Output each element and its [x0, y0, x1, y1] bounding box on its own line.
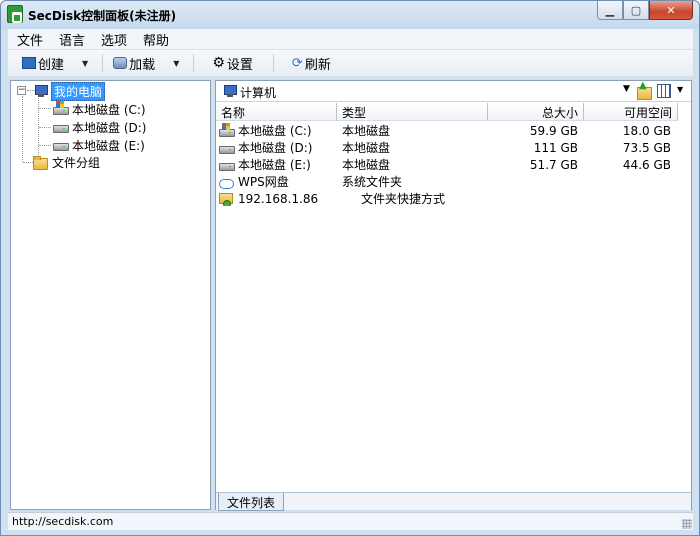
item-name: 本地磁盘 (D:) [238, 141, 313, 155]
status-url: http://secdisk.com [12, 515, 114, 528]
menu-options[interactable]: 选项 [92, 30, 134, 49]
drive-icon [52, 121, 69, 133]
toolbar-separator [102, 54, 104, 72]
gear-icon: ⚙ [212, 55, 225, 71]
item-type: 文件夹快捷方式 [361, 192, 446, 206]
title-bar[interactable]: SecDisk控制面板(未注册) ▁ ▢ ✕ [1, 1, 699, 29]
windows-drive-icon [52, 101, 69, 115]
tree-item-file-group[interactable]: 文件分组 [32, 153, 100, 171]
list-header: 名称 类型 总大小 可用空间 [216, 103, 691, 121]
load-label: 加载 [129, 57, 156, 73]
toolbar-separator [193, 54, 195, 72]
column-header-type[interactable]: 类型 [337, 103, 488, 121]
window-title: SecDisk控制面板(未注册) [28, 9, 177, 23]
drive-icon [52, 139, 69, 151]
minimize-button[interactable]: ▁ [597, 1, 623, 20]
bottom-tab-bar: 文件列表 [216, 492, 691, 511]
computer-icon [32, 84, 48, 98]
item-name: 本地磁盘 (E:) [238, 158, 311, 172]
lock-app-icon [7, 5, 23, 23]
view-mode-icon[interactable] [657, 84, 671, 98]
tree-item-my-computer[interactable]: 我的电脑 [32, 81, 106, 101]
create-icon [22, 57, 36, 69]
app-window: SecDisk控制面板(未注册) ▁ ▢ ✕ 文件 语言 选项 帮助 创建 ▼ … [0, 0, 700, 536]
collapse-toggle[interactable]: − [17, 86, 26, 95]
folder-tree: − 我的电脑 本地磁盘 (C:) 本地磁盘 (D:) 本地磁盘 (E:) 文件分… [11, 81, 210, 509]
settings-button[interactable]: ⚙ 设置 [208, 52, 257, 74]
tree-item-drive-c[interactable]: 本地磁盘 (C:) [52, 100, 146, 118]
view-dropdown-icon[interactable]: ▼ [677, 85, 683, 94]
tree-item-label: 本地磁盘 (E:) [72, 138, 145, 153]
computer-icon [221, 84, 237, 98]
item-free: 44.6 GB [622, 157, 671, 172]
windows-drive-icon [218, 122, 235, 137]
window-controls: ▁ ▢ ✕ [597, 1, 693, 21]
item-free: 73.5 GB [622, 140, 671, 155]
drive-icon [218, 142, 235, 154]
maximize-button[interactable]: ▢ [623, 1, 649, 20]
column-header-free[interactable]: 可用空间 [584, 103, 678, 121]
folder-icon [32, 155, 48, 170]
drive-icon [218, 159, 235, 171]
create-dropdown-icon[interactable]: ▼ [82, 59, 88, 68]
column-header-name[interactable]: 名称 [216, 103, 337, 121]
tree-item-label: 本地磁盘 (D:) [72, 120, 147, 135]
file-list: 本地磁盘 (C:) 本地磁盘 59.9 GB 18.0 GB 本地磁盘 (D:)… [216, 122, 691, 207]
tree-line [38, 96, 39, 161]
tree-line [39, 145, 51, 146]
list-item[interactable]: 本地磁盘 (E:) 本地磁盘 51.7 GB 44.6 GB [216, 156, 691, 173]
menu-bar: 文件 语言 选项 帮助 [8, 29, 693, 49]
cloud-icon [218, 176, 234, 189]
settings-label: 设置 [226, 57, 253, 73]
item-type: 系统文件夹 [342, 175, 403, 189]
tree-pane: − 我的电脑 本地磁盘 (C:) 本地磁盘 (D:) 本地磁盘 (E:) 文件分… [10, 80, 211, 510]
up-folder-icon[interactable] [636, 80, 652, 100]
address-dropdown-icon[interactable]: ▼ [623, 84, 630, 94]
tree-item-label: 文件分组 [52, 155, 101, 170]
list-item[interactable]: 本地磁盘 (C:) 本地磁盘 59.9 GB 18.0 GB [216, 122, 691, 139]
create-button[interactable]: 创建 [18, 52, 68, 74]
tree-line [39, 108, 51, 109]
tree-item-label: 我的电脑 [51, 81, 106, 101]
network-folder-icon [218, 192, 234, 206]
refresh-icon: ⟳ [291, 55, 303, 71]
list-item[interactable]: WPS网盘 系统文件夹 [216, 173, 691, 190]
tree-line [39, 127, 51, 128]
load-dropdown-icon[interactable]: ▼ [173, 59, 179, 68]
item-name: WPS网盘 [238, 175, 289, 189]
load-button[interactable]: 加载 [109, 52, 159, 74]
toolbar: 创建 ▼ 加载 ▼ ⚙ 设置 ⟳ 刷新 [8, 50, 693, 77]
tree-item-drive-d[interactable]: 本地磁盘 (D:) [52, 118, 146, 136]
item-type: 本地磁盘 [342, 124, 391, 138]
menu-language[interactable]: 语言 [50, 30, 92, 49]
item-total: 111 GB [533, 140, 578, 155]
close-button[interactable]: ✕ [649, 1, 693, 20]
item-name: 192.168.1.86 [238, 191, 319, 206]
address-bar[interactable]: 计算机 ▼ ▼ [216, 80, 691, 102]
menu-help[interactable]: 帮助 [134, 30, 176, 49]
resize-grip-icon[interactable] [682, 519, 692, 529]
item-total: 51.7 GB [529, 157, 578, 172]
tab-file-list[interactable]: 文件列表 [218, 493, 285, 511]
tree-item-drive-e[interactable]: 本地磁盘 (E:) [52, 136, 145, 154]
item-type: 本地磁盘 [342, 141, 391, 155]
tree-item-label: 本地磁盘 (C:) [72, 102, 146, 117]
menu-file[interactable]: 文件 [8, 30, 50, 49]
list-item[interactable]: 本地磁盘 (D:) 本地磁盘 111 GB 73.5 GB [216, 139, 691, 156]
status-bar: http://secdisk.com [8, 512, 693, 530]
list-item[interactable]: 192.168.1.86 文件夹快捷方式 [216, 190, 691, 207]
create-label: 创建 [38, 57, 65, 73]
address-text: 计算机 [240, 86, 277, 100]
column-header-total[interactable]: 总大小 [488, 103, 584, 121]
tree-line [22, 96, 23, 162]
item-type: 本地磁盘 [342, 158, 391, 172]
load-icon [113, 57, 128, 69]
item-name: 本地磁盘 (C:) [238, 124, 312, 138]
file-list-pane: 计算机 ▼ ▼ 名称 类型 总大小 可用空间 本地磁盘 (C:) 本地磁盘 59… [215, 80, 692, 511]
refresh-button[interactable]: ⟳ 刷新 [288, 52, 335, 74]
item-free: 18.0 GB [622, 123, 671, 138]
item-total: 59.9 GB [529, 123, 578, 138]
refresh-label: 刷新 [304, 57, 331, 73]
toolbar-separator [272, 54, 274, 72]
